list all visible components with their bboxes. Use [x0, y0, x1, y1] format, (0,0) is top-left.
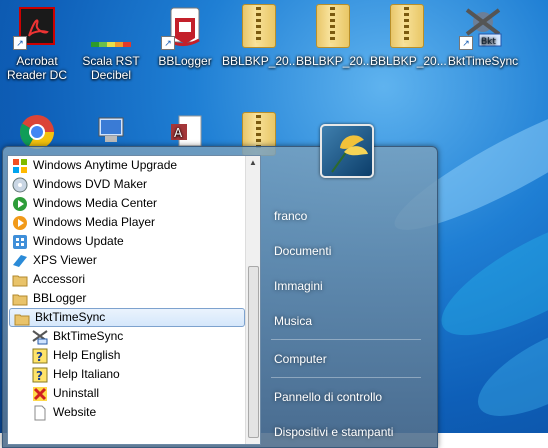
- folder-icon: [12, 291, 28, 307]
- xps-viewer-icon: [12, 253, 28, 269]
- control-panel-link[interactable]: Pannello di controllo: [271, 384, 424, 410]
- start-menu: Windows Anytime Upgrade Windows DVD Make…: [2, 146, 438, 448]
- svg-text:Bkt: Bkt: [481, 37, 496, 47]
- desktop-icon-bblogger[interactable]: ↗ BBLogger: [148, 0, 222, 84]
- program-item[interactable]: Windows Update: [8, 232, 246, 251]
- pictures-link[interactable]: Immagini: [271, 273, 424, 299]
- devices-printers-link[interactable]: Dispositivi e stampanti: [271, 419, 424, 445]
- user-account-picture[interactable]: [320, 124, 374, 178]
- program-label: Windows DVD Maker: [33, 177, 148, 191]
- program-label: Help Italiano: [53, 367, 120, 381]
- desktop-icon-label: BBLBKP_20...: [222, 54, 299, 68]
- folder-icon: [12, 272, 28, 288]
- svg-text:?: ?: [36, 369, 43, 383]
- help-icon: ?: [32, 367, 48, 383]
- uninstall-icon: [32, 386, 48, 402]
- svg-text:?: ?: [36, 350, 43, 364]
- bkttimesync-icon: Bkt ↗: [459, 4, 503, 50]
- program-label: Windows Media Player: [33, 215, 156, 229]
- windows-anytime-upgrade-icon: [12, 158, 28, 174]
- scroll-thumb[interactable]: [248, 266, 259, 438]
- desktop-icon-label: BBLBKP_20...: [296, 54, 373, 68]
- desktop-icon-label: Scala RST Decibel: [82, 54, 140, 82]
- program-label: XPS Viewer: [33, 253, 97, 267]
- desktop-icon-bkttimesync[interactable]: Bkt ↗ BktTimeSync: [446, 0, 520, 84]
- acrobat-icon: ↗: [13, 4, 57, 50]
- program-subitem[interactable]: BktTimeSync: [8, 327, 246, 346]
- folder-icon: [14, 311, 30, 327]
- menu-separator: [271, 339, 421, 340]
- program-label: Windows Media Center: [33, 196, 158, 210]
- media-player-icon: [12, 215, 28, 231]
- svg-text:A: A: [174, 126, 183, 140]
- desktop-icon-label: BBLBKP_20...: [370, 54, 447, 68]
- music-link[interactable]: Musica: [271, 308, 424, 334]
- shortcut-arrow-icon: ↗: [13, 36, 27, 50]
- desktop-icon-label: Acrobat Reader DC: [6, 54, 68, 82]
- computer-link[interactable]: Computer: [271, 346, 424, 372]
- desktop-icon-label: BktTimeSync: [447, 54, 519, 68]
- program-subitem[interactable]: ? Help English: [8, 346, 246, 365]
- decibel-scale-icon: [91, 4, 131, 48]
- zip-folder-icon: [239, 4, 279, 48]
- shortcut-arrow-icon: ↗: [459, 36, 473, 50]
- dvd-maker-icon: [12, 177, 28, 193]
- windows-update-icon: [12, 234, 28, 250]
- shortcut-arrow-icon: ↗: [161, 36, 175, 50]
- programs-scrollbar[interactable]: ▲: [245, 156, 260, 444]
- program-label: Windows Anytime Upgrade: [33, 158, 178, 172]
- zip-folder-icon: [387, 4, 427, 48]
- program-label: BktTimeSync: [35, 310, 106, 324]
- help-icon: ?: [32, 348, 48, 364]
- zip-folder-icon: [313, 4, 353, 48]
- menu-separator: [271, 377, 421, 378]
- program-label: Accessori: [33, 272, 86, 286]
- program-item[interactable]: XPS Viewer: [8, 251, 246, 270]
- program-label: BBLogger: [33, 291, 87, 305]
- program-item[interactable]: Windows Media Center: [8, 194, 246, 213]
- desktop-icon-label: BBLogger: [158, 54, 212, 68]
- desktop-icon-zip-2[interactable]: BBLBKP_20...: [296, 0, 373, 84]
- flower-icon: [331, 135, 368, 173]
- bblogger-icon: ↗: [161, 4, 205, 50]
- all-programs-list: Windows Anytime Upgrade Windows DVD Make…: [7, 155, 261, 445]
- program-label: Website: [53, 405, 97, 419]
- document-icon: [32, 405, 48, 421]
- program-subitem[interactable]: Website: [8, 403, 246, 422]
- program-label: Help English: [53, 348, 121, 362]
- program-item[interactable]: Windows DVD Maker: [8, 175, 246, 194]
- desktop-icon-acrobat[interactable]: ↗ Acrobat Reader DC: [0, 0, 74, 84]
- documents-link[interactable]: Documenti: [271, 238, 424, 264]
- desktop-icon-decibel[interactable]: Scala RST Decibel: [74, 0, 148, 84]
- media-center-icon: [12, 196, 28, 212]
- desktop-icon-zip-1[interactable]: BBLBKP_20...: [222, 0, 299, 84]
- start-menu-right-pane: franco Documenti Immagini Musica Compute…: [265, 155, 435, 447]
- user-folder-link[interactable]: franco: [271, 203, 424, 229]
- program-label: BktTimeSync: [53, 329, 124, 343]
- scroll-up-icon[interactable]: ▲: [246, 156, 260, 170]
- program-item[interactable]: Windows Media Player: [8, 213, 246, 232]
- desktop-icon-zip-3[interactable]: BBLBKP_20...: [370, 0, 447, 84]
- program-label: Windows Update: [33, 234, 124, 248]
- program-folder[interactable]: Accessori: [8, 270, 246, 289]
- program-label: Uninstall: [53, 386, 100, 400]
- program-subitem[interactable]: ? Help Italiano: [8, 365, 246, 384]
- program-item[interactable]: Windows Anytime Upgrade: [8, 156, 246, 175]
- program-folder[interactable]: BBLogger: [8, 289, 246, 308]
- bkttimesync-icon: [32, 329, 48, 345]
- program-folder-selected[interactable]: BktTimeSync: [9, 308, 245, 327]
- program-subitem[interactable]: Uninstall: [8, 384, 246, 403]
